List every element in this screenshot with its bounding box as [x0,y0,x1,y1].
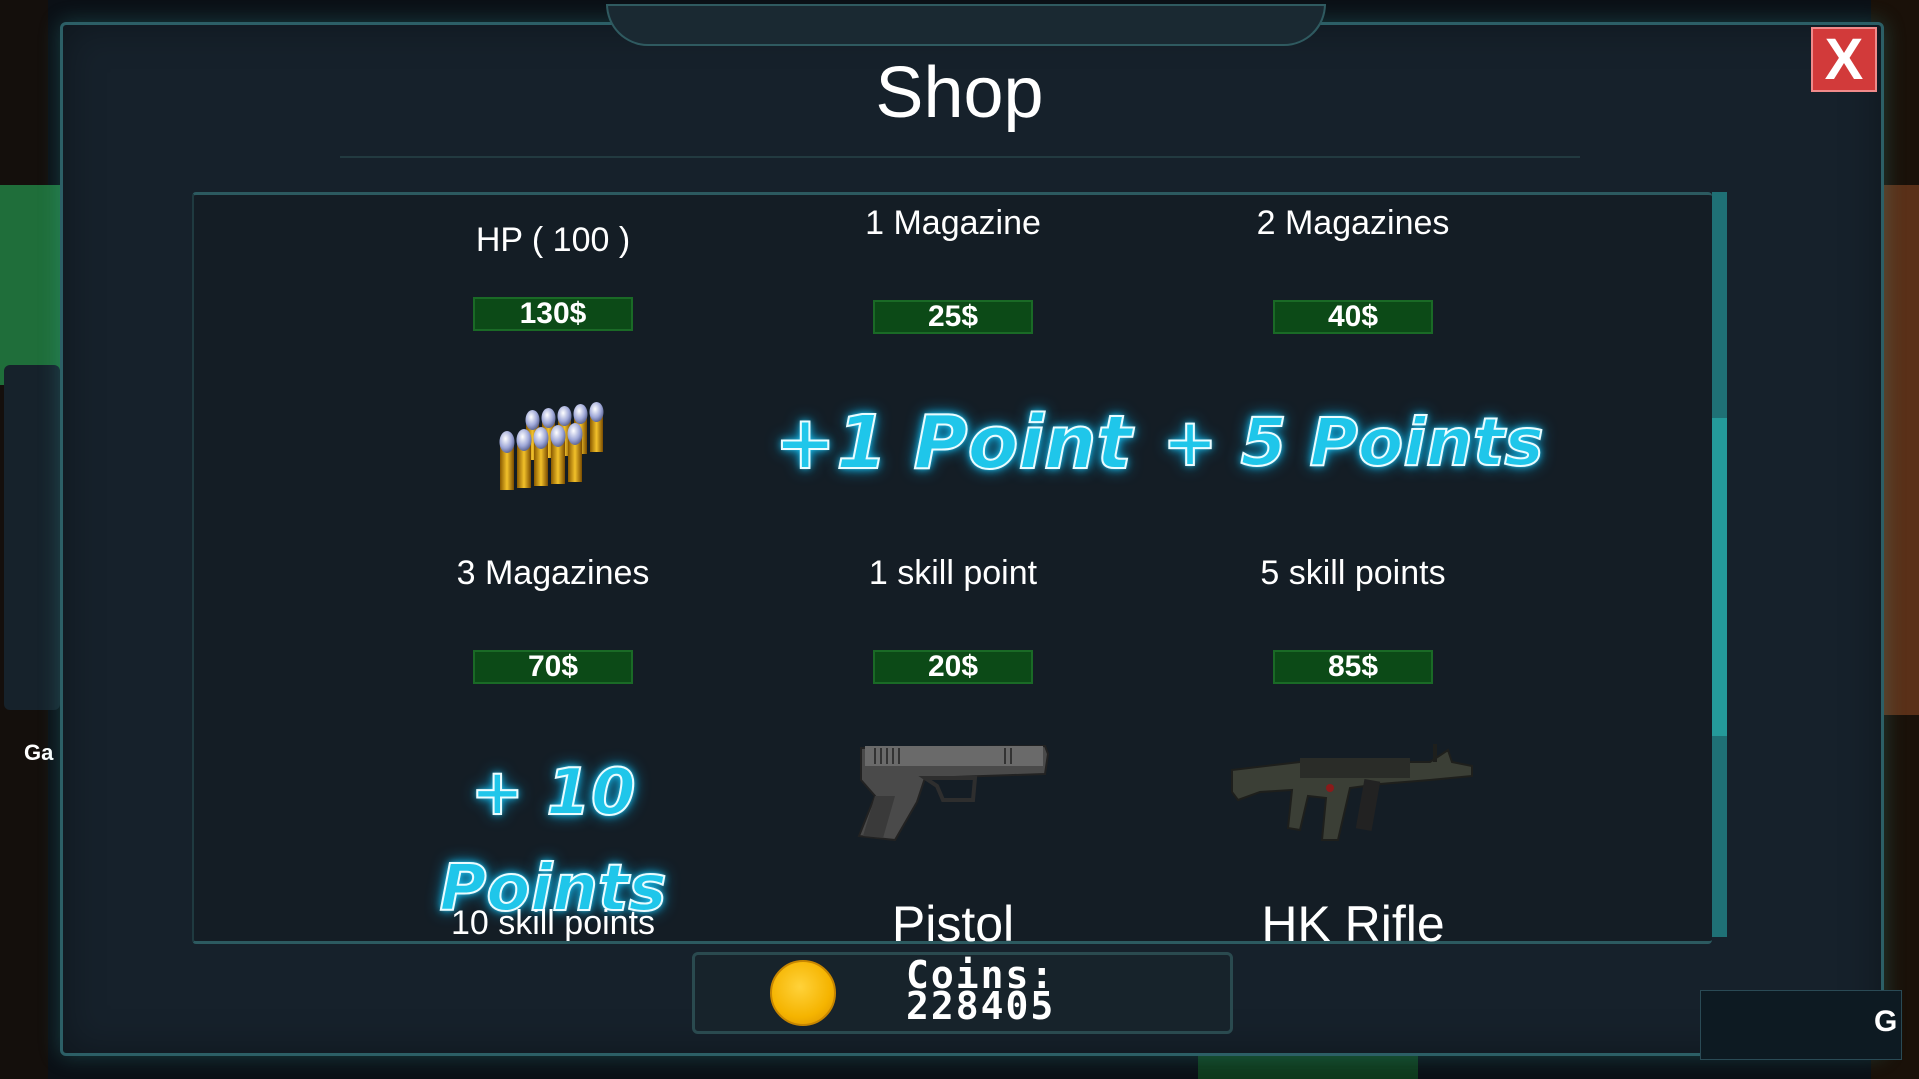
coin-icon [770,960,836,1026]
price-button-1-skill-point[interactable]: 20$ [873,650,1033,684]
price-button-1-magazine[interactable]: 25$ [873,300,1033,334]
pistol-icon[interactable] [855,740,1055,845]
item-name-1-skill-point: 1 skill point [868,554,1038,592]
plus-1-point-icon[interactable]: +1 Point [753,395,1153,491]
close-button[interactable]: X [1811,27,1877,92]
page-title: Shop [875,53,1044,133]
item-name-2-magazines: 2 Magazines [1256,204,1450,242]
coins-value: 228405 [906,984,1056,1028]
title-divider [340,156,1580,158]
price-button-2-magazines[interactable]: 40$ [1273,300,1433,334]
ammo-bullets-icon[interactable] [492,390,612,495]
hk-rifle-icon[interactable] [1230,740,1475,845]
background-label-right: G [1874,1005,1898,1038]
background-green-panel [0,185,60,385]
background-button-box [1700,990,1902,1060]
item-name-hp: HP ( 100 ) [475,221,631,259]
price-button-3-magazines[interactable]: 70$ [473,650,633,684]
item-name-3-magazines: 3 Magazines [456,554,650,592]
item-name-10-skill-points: 10 skill points [450,904,656,942]
plus-5-points-icon[interactable]: + 5 Points [1153,395,1553,491]
background-side-panel [4,365,60,710]
price-button-hp[interactable]: 130$ [473,297,633,331]
background-label-left: Ga [24,740,54,765]
item-name-hk-rifle: HK Rifle [1261,896,1445,952]
item-name-1-magazine: 1 Magazine [865,204,1041,242]
scrollbar-thumb[interactable] [1712,418,1727,736]
item-name-5-skill-points: 5 skill points [1260,554,1446,592]
price-button-5-skill-points[interactable]: 85$ [1273,650,1433,684]
item-name-pistol: Pistol [891,896,1015,952]
modal-top-tab [606,4,1326,46]
